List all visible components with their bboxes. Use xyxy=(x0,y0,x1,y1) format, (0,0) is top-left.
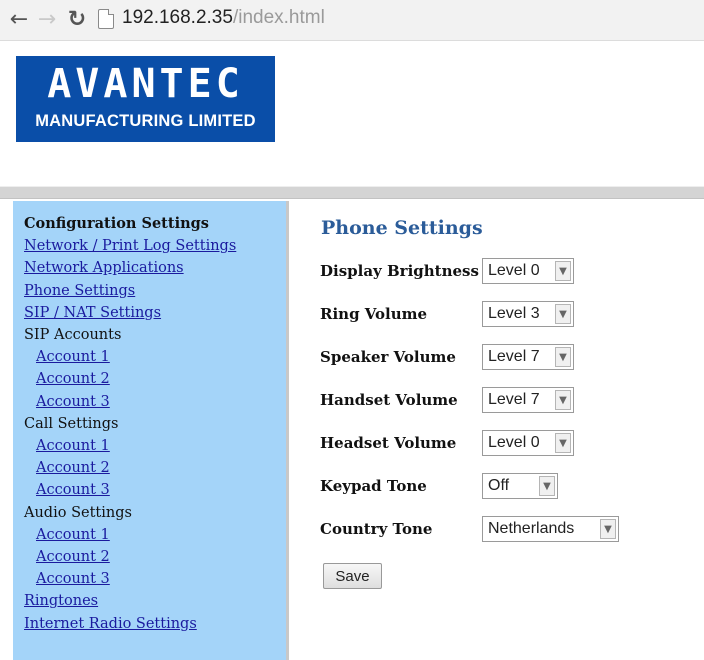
header-separator xyxy=(0,186,704,199)
handset-volume-label: Handset Volume xyxy=(320,391,458,409)
sidebar-section-audio-settings: Audio Settings xyxy=(24,504,132,521)
sidebar-link-phone-settings[interactable]: Phone Settings xyxy=(24,280,135,302)
sidebar-section-call-settings: Call Settings xyxy=(24,415,119,432)
display-brightness-label: Display Brightness xyxy=(320,262,479,280)
ring-volume-value: Level 3 xyxy=(488,305,540,322)
sidebar-link-internet-radio[interactable]: Internet Radio Settings xyxy=(24,613,197,635)
url-host: 192.168.2.35 xyxy=(122,7,233,28)
country-tone-value: Netherlands xyxy=(488,520,575,537)
sidebar-nav: Configuration Settings Network / Print L… xyxy=(13,201,289,660)
sidebar-link-ringtones[interactable]: Ringtones xyxy=(24,590,98,612)
sidebar-link-sip-nat[interactable]: SIP / NAT Settings xyxy=(24,302,161,324)
sidebar-link-network-applications[interactable]: Network Applications xyxy=(24,257,184,279)
sidebar-link-call-account-2[interactable]: Account 2 xyxy=(36,457,110,479)
address-bar[interactable]: 192.168.2.35/index.html xyxy=(122,7,325,29)
keypad-tone-label: Keypad Tone xyxy=(320,477,427,495)
sidebar-section-sip-accounts: SIP Accounts xyxy=(24,327,122,344)
handset-volume-value: Level 7 xyxy=(488,391,540,408)
ring-volume-label: Ring Volume xyxy=(320,305,428,323)
display-brightness-select[interactable]: Level 0 ▼ xyxy=(482,258,574,284)
sidebar-link-sip-account-3[interactable]: Account 3 xyxy=(36,391,110,413)
sidebar-link-audio-account-3[interactable]: Account 3 xyxy=(36,568,110,590)
speaker-volume-value: Level 7 xyxy=(488,348,540,365)
speaker-volume-select[interactable]: Level 7 ▼ xyxy=(482,344,574,370)
sidebar-heading: Configuration Settings xyxy=(24,215,209,232)
sidebar-link-network-print[interactable]: Network / Print Log Settings xyxy=(24,235,236,257)
chevron-down-icon: ▼ xyxy=(555,304,571,324)
display-brightness-value: Level 0 xyxy=(488,262,540,279)
speaker-volume-label: Speaker Volume xyxy=(320,348,456,366)
sidebar-link-audio-account-1[interactable]: Account 1 xyxy=(36,524,110,546)
country-tone-label: Country Tone xyxy=(320,520,433,538)
ring-volume-select[interactable]: Level 3 ▼ xyxy=(482,301,574,327)
forward-arrow-icon[interactable]: → xyxy=(36,6,58,32)
sidebar-link-call-account-3[interactable]: Account 3 xyxy=(36,479,110,501)
headset-volume-select[interactable]: Level 0 ▼ xyxy=(482,430,574,456)
logo-subtitle: MANUFACTURING LIMITED xyxy=(35,112,256,130)
sidebar-link-sip-account-2[interactable]: Account 2 xyxy=(36,368,110,390)
headset-volume-label: Headset Volume xyxy=(320,434,457,452)
headset-volume-value: Level 0 xyxy=(488,434,540,451)
keypad-tone-select[interactable]: Off ▼ xyxy=(482,473,558,499)
company-logo: AVANTEC MANUFACTURING LIMITED xyxy=(16,56,275,142)
keypad-tone-value: Off xyxy=(488,477,510,494)
reload-icon[interactable]: ↻ xyxy=(66,6,88,32)
logo-wordmark: AVANTEC xyxy=(47,61,244,107)
chevron-down-icon: ▼ xyxy=(539,476,555,496)
sidebar-link-call-account-1[interactable]: Account 1 xyxy=(36,435,110,457)
url-path: /index.html xyxy=(232,7,325,28)
handset-volume-select[interactable]: Level 7 ▼ xyxy=(482,387,574,413)
chevron-down-icon: ▼ xyxy=(555,347,571,367)
sidebar-link-sip-account-1[interactable]: Account 1 xyxy=(36,346,110,368)
country-tone-select[interactable]: Netherlands ▼ xyxy=(482,516,619,542)
chevron-down-icon: ▼ xyxy=(555,433,571,453)
browser-toolbar: ← → ↻ 192.168.2.35/index.html xyxy=(0,0,704,41)
back-arrow-icon[interactable]: ← xyxy=(8,6,30,32)
sidebar-link-audio-account-2[interactable]: Account 2 xyxy=(36,546,110,568)
chevron-down-icon: ▼ xyxy=(600,519,616,539)
save-button[interactable]: Save xyxy=(323,563,382,589)
chevron-down-icon: ▼ xyxy=(555,261,571,281)
chevron-down-icon: ▼ xyxy=(555,390,571,410)
page-title: Phone Settings xyxy=(321,217,483,239)
page-icon xyxy=(98,9,114,29)
